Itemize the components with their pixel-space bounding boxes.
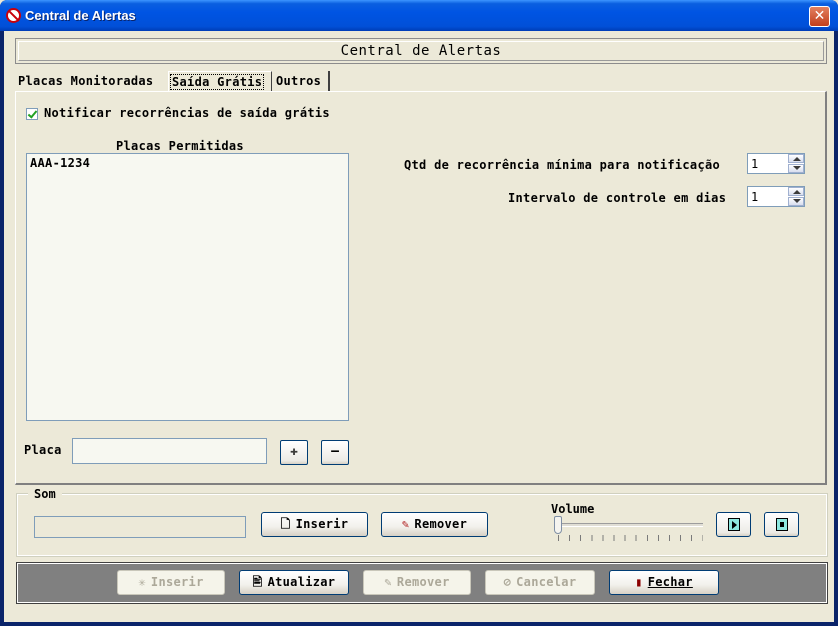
spin-up-icon[interactable] [788,154,804,163]
tab-saida-gratis[interactable]: Saída Grátis [168,71,272,91]
alert-prohibited-icon [6,8,21,23]
list-item[interactable]: AAA-1234 [30,156,90,170]
page-title: Central de Alertas [18,41,824,61]
footer-cancel-button[interactable]: ⊘ Cancelar [485,570,595,595]
stop-sound-button[interactable] [764,512,799,537]
plate-label: Placa [24,443,62,457]
spinner-arrows [788,154,804,173]
footer-close-label: Fechar [647,575,693,589]
notify-recurrence-label[interactable]: Notificar recorrências de saída grátis [44,106,330,120]
play-icon [728,518,740,531]
spin-down-icon[interactable] [788,197,804,206]
remove-sound-button[interactable]: ✎ Remover [381,512,488,537]
refresh-document-icon: 🖹 [252,575,263,589]
min-recurrence-label: Qtd de recorrência mínima para notificaç… [404,158,721,172]
footer-remove-button[interactable]: ✎ Remover [363,570,471,595]
eraser-icon: ✎ [384,575,392,589]
remove-sound-label: Remover [414,517,468,531]
eraser-icon: ✎ [401,517,410,531]
sparkle-icon: ✳ [138,575,146,589]
insert-sound-button[interactable]: 🗋 Inserir [261,512,368,537]
window-title: Central de Alertas [25,8,136,23]
title-bar: Central de Alertas ✕ [0,0,838,31]
footer-insert-button[interactable]: ✳ Inserir [117,570,225,595]
allowed-plates-list[interactable]: AAA-1234 [26,153,349,421]
notify-recurrence-checkbox[interactable] [26,108,38,120]
footer-toolbar: ✳ Inserir 🖹 Atualizar ✎ Remover ⊘ Cancelar ▮… [16,562,828,604]
tab-saida-gratis-label: Saída Grátis [170,74,265,90]
tab-page-saida-gratis: Notificar recorrências de saída grátis P… [15,91,827,485]
control-interval-spinner[interactable]: 1 [747,186,805,207]
min-recurrence-spinner[interactable]: 1 [747,153,805,174]
play-sound-button[interactable] [716,512,751,537]
footer-update-button[interactable]: 🖹 Atualizar [239,570,349,595]
remove-plate-button[interactable]: — [321,440,349,465]
cancel-icon: ⊘ [503,575,512,589]
window-client-area: Central de Alertas Placas Monitoradas Sa… [4,31,834,622]
app-window: Central de Alertas ✕ Central de Alertas … [0,0,838,626]
spin-up-icon[interactable] [788,187,804,196]
insert-sound-label: Inserir [295,517,349,531]
volume-slider-track[interactable] [558,523,703,527]
tab-placas-monitoradas[interactable]: Placas Monitoradas [18,71,168,91]
volume-slider-ticks [558,535,703,541]
footer-cancel-label: Cancelar [516,575,577,589]
volume-label: Volume [551,502,595,516]
footer-update-label: Atualizar [267,575,336,589]
minus-icon: — [331,444,339,459]
control-interval-label: Intervalo de controle em dias [508,191,727,205]
stop-icon [776,518,788,531]
header-panel: Central de Alertas [15,38,827,64]
control-interval-value[interactable]: 1 [751,190,758,204]
document-icon: 🗋 [280,517,291,531]
add-plate-button[interactable]: ✚ [280,440,308,465]
plate-input[interactable] [72,438,267,464]
volume-slider-thumb[interactable] [554,516,562,534]
sound-group-legend: Som [28,487,62,501]
allowed-plates-title: Placas Permitidas [116,139,244,153]
footer-insert-label: Inserir [150,575,204,589]
tab-outros[interactable]: Outros [274,71,330,91]
plus-icon: ✚ [290,444,298,459]
close-button[interactable]: ✕ [809,6,830,27]
min-recurrence-value[interactable]: 1 [751,157,758,171]
spin-down-icon[interactable] [788,164,804,173]
sound-file-field[interactable] [34,516,246,538]
spinner-arrows [788,187,804,206]
sound-group: Som 🗋 Inserir ✎ Remover Volume [16,487,828,557]
footer-remove-label: Remover [396,575,450,589]
footer-close-button[interactable]: ▮ Fechar [609,570,719,595]
exit-door-icon: ▮ [635,575,643,589]
